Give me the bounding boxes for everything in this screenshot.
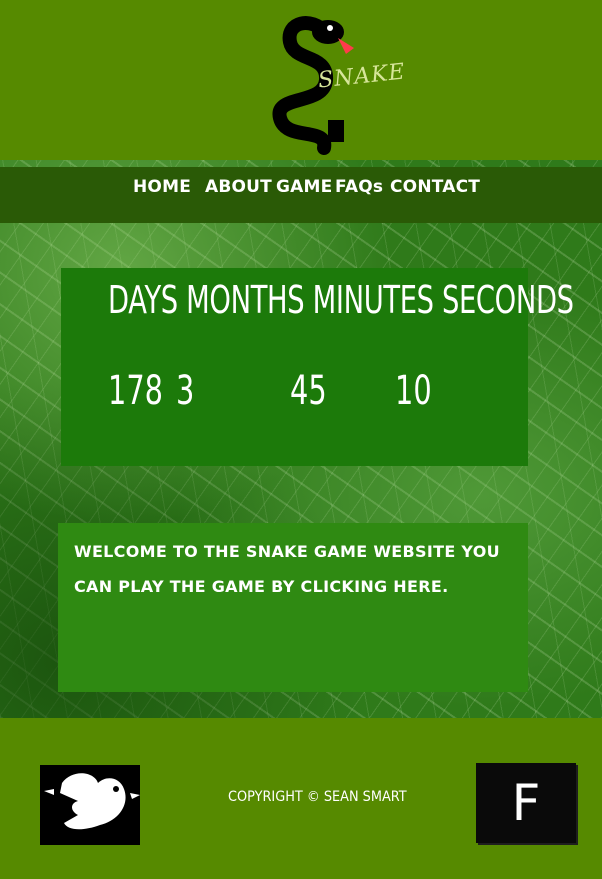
facebook-icon: F: [511, 774, 541, 832]
nav-contact[interactable]: CONTACT: [390, 177, 480, 197]
nav-game[interactable]: GAME: [276, 177, 332, 197]
bird-logo-icon: [44, 773, 140, 830]
label-days: DAYS: [108, 278, 178, 322]
nav-home[interactable]: HOME: [133, 177, 191, 197]
bird-logo-link[interactable]: [40, 765, 140, 845]
minutes-value: 45: [290, 368, 327, 414]
label-months: MONTHS: [186, 278, 305, 322]
welcome-message[interactable]: WELCOME TO THE SNAKE GAME WEBSITE YOU CA…: [74, 534, 514, 604]
copyright-text: COPYRIGHT © SEAN SMART: [228, 789, 407, 805]
nav-about[interactable]: ABOUT: [205, 177, 272, 197]
label-minutes: MINUTES: [312, 278, 434, 322]
countdown-labels: DAYS MONTHS MINUTES SECONDS: [108, 278, 574, 322]
facebook-link[interactable]: F: [476, 763, 576, 843]
months-value: 3: [176, 368, 195, 414]
days-value: 178: [108, 368, 163, 414]
nav-faqs[interactable]: FAQs: [335, 177, 383, 197]
label-seconds: SECONDS: [441, 278, 574, 322]
seconds-value: 10: [395, 368, 432, 414]
